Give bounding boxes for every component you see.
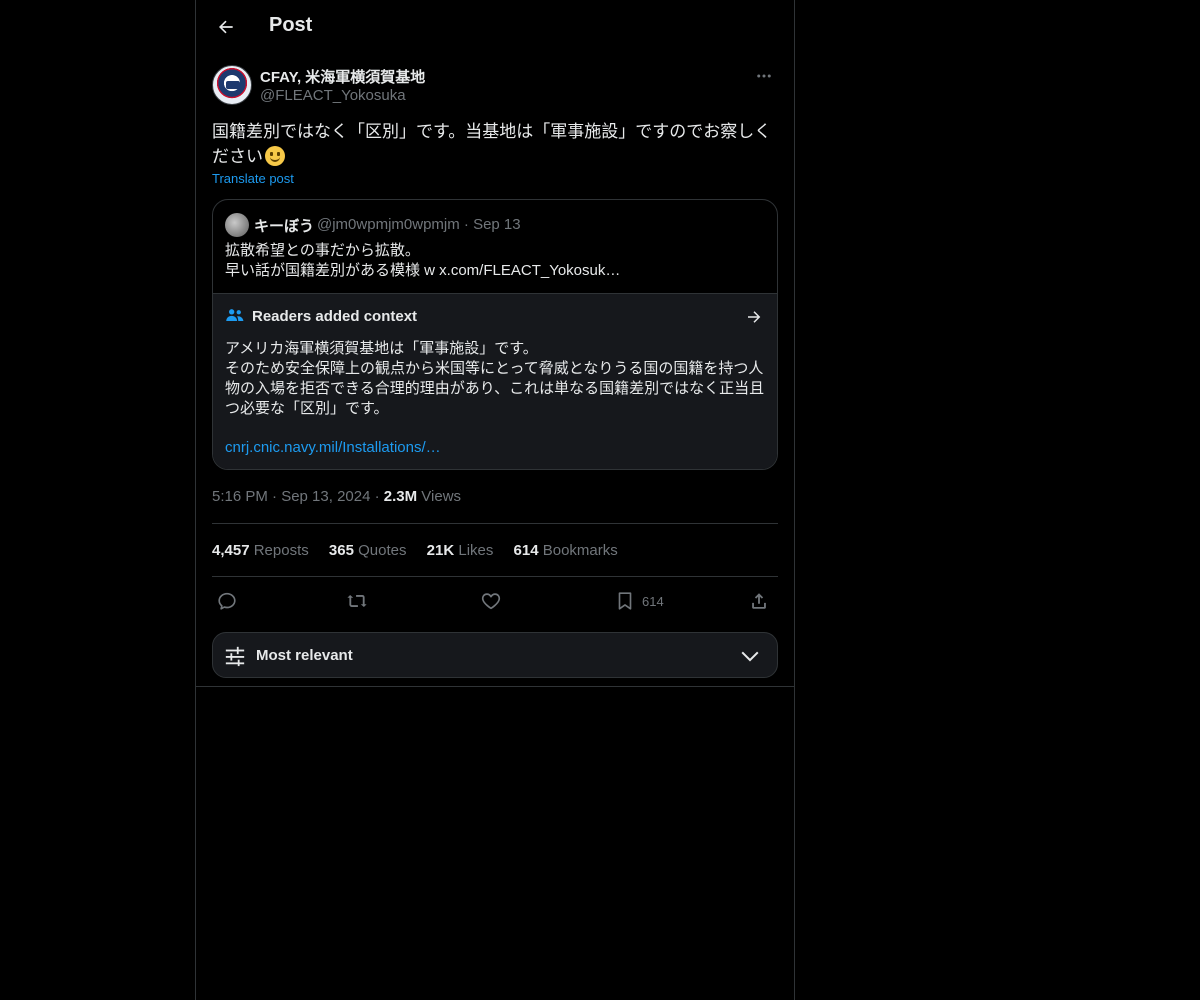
more-button[interactable] (750, 64, 778, 88)
quoted-text: 拡散希望との事だから拡散。 早い話が国籍差別がある模様 w x.com/FLEA… (225, 241, 765, 281)
chevron-down-icon (741, 651, 759, 662)
quoted-post-body[interactable]: キーぼう @jm0wpmjm0wpmjm · Sep 13 拡散希望との事だから… (213, 200, 777, 293)
bookmark-button[interactable]: 614 (614, 584, 664, 618)
sliders-icon (225, 646, 245, 667)
stat-count: 4,457 (212, 542, 250, 559)
header: Post (196, 0, 794, 54)
community-note-link[interactable]: cnrj.cnic.navy.mil/Installations/… (225, 439, 441, 456)
back-button[interactable] (210, 11, 242, 43)
community-note-text: アメリカ海軍横須賀基地は「軍事施設」です。 そのため安全保障上の観点から米国等に… (225, 339, 767, 419)
stat-label: Reposts (249, 542, 309, 559)
more-horizontal-icon (757, 74, 771, 78)
views-label: Views (417, 488, 462, 505)
reposts-stat[interactable]: 4,457 Reposts (212, 542, 309, 559)
post-text-content: 国籍差別ではなく「区別」です。当基地は「軍事施設」ですのでお察しください (212, 122, 772, 166)
community-note-arrow-button[interactable] (743, 306, 765, 328)
share-icon (752, 593, 766, 609)
translate-post-link[interactable]: Translate post (212, 171, 294, 186)
stat-count: 365 (328, 542, 354, 559)
divider (212, 523, 778, 524)
reply-button[interactable] (216, 584, 238, 618)
post-column: Post CFAY, 米海軍横須賀基地 @FLEACT_Yokosuka 国籍差… (195, 0, 795, 1000)
like-button[interactable] (480, 584, 502, 618)
arrow-right-icon (748, 311, 761, 323)
heart-icon (481, 593, 501, 610)
slight-smile-emoji-icon (265, 146, 285, 166)
quoted-post: キーぼう @jm0wpmjm0wpmjm · Sep 13 拡散希望との事だから… (212, 199, 778, 470)
sort-label: Most relevant (256, 647, 353, 664)
bookmark-count: 614 (642, 593, 664, 609)
post-author: CFAY, 米海軍横須賀基地 @FLEACT_Yokosuka (212, 64, 778, 108)
quoted-handle-date: @jm0wpmjm0wpmjm · Sep 13 (317, 216, 521, 233)
likes-stat[interactable]: 21K Likes (427, 542, 494, 559)
quoted-text-line: 早い話が国籍差別がある模様 w x.com/FLEACT_Yokosuk… (225, 262, 621, 279)
page-title: Post (269, 14, 313, 36)
bookmark-icon (618, 592, 632, 610)
engagement-stats: 4,457 Reposts 365 Quotes 21K Likes 614 B… (212, 542, 634, 562)
quoted-text-line: 拡散希望との事だから拡散。 (225, 242, 420, 259)
views-count: 2.3M (383, 488, 418, 505)
post-text: 国籍差別ではなく「区別」です。当基地は「軍事施設」ですのでお察しください (212, 119, 778, 169)
community-note: Readers added context アメリカ海軍横須賀基地は「軍事施設」… (213, 293, 777, 469)
share-button[interactable] (748, 584, 770, 618)
divider (196, 686, 794, 687)
quoted-avatar (225, 213, 249, 237)
bookmarks-stat[interactable]: 614 Bookmarks (514, 542, 618, 559)
quotes-stat[interactable]: 365 Quotes (329, 542, 407, 559)
post-meta: 5:16 PM · Sep 13, 2024 · 2.3M Views (212, 488, 461, 505)
community-note-title: Readers added context (252, 308, 418, 325)
author-name[interactable]: CFAY, 米海軍横須賀基地 (260, 66, 425, 87)
reply-sort-dropdown[interactable]: Most relevant (212, 632, 778, 678)
stat-label: Likes (454, 542, 494, 559)
repost-icon (347, 595, 367, 607)
post-time-date[interactable]: 5:16 PM · Sep 13, 2024 · (212, 488, 384, 505)
action-bar: 614 (212, 584, 778, 618)
stat-count: 614 (513, 542, 539, 559)
community-note-line: アメリカ海軍横須賀基地は「軍事施設」です。 (225, 340, 538, 357)
quoted-author-name: キーぼう (254, 218, 315, 235)
reply-icon (218, 592, 236, 610)
divider (212, 576, 778, 577)
stat-label: Bookmarks (538, 542, 618, 559)
community-note-line: そのため安全保障上の観点から米国等にとって脅威となりうる国の国籍を持つ人物の入場… (225, 360, 765, 417)
stat-label: Quotes (353, 542, 407, 559)
community-note-header: Readers added context (225, 306, 765, 328)
author-avatar[interactable] (212, 65, 252, 105)
stat-count: 21K (426, 542, 455, 559)
arrow-left-icon (219, 20, 233, 34)
author-handle[interactable]: @FLEACT_Yokosuka (260, 87, 406, 104)
people-icon (226, 309, 244, 321)
repost-button[interactable] (346, 584, 368, 618)
